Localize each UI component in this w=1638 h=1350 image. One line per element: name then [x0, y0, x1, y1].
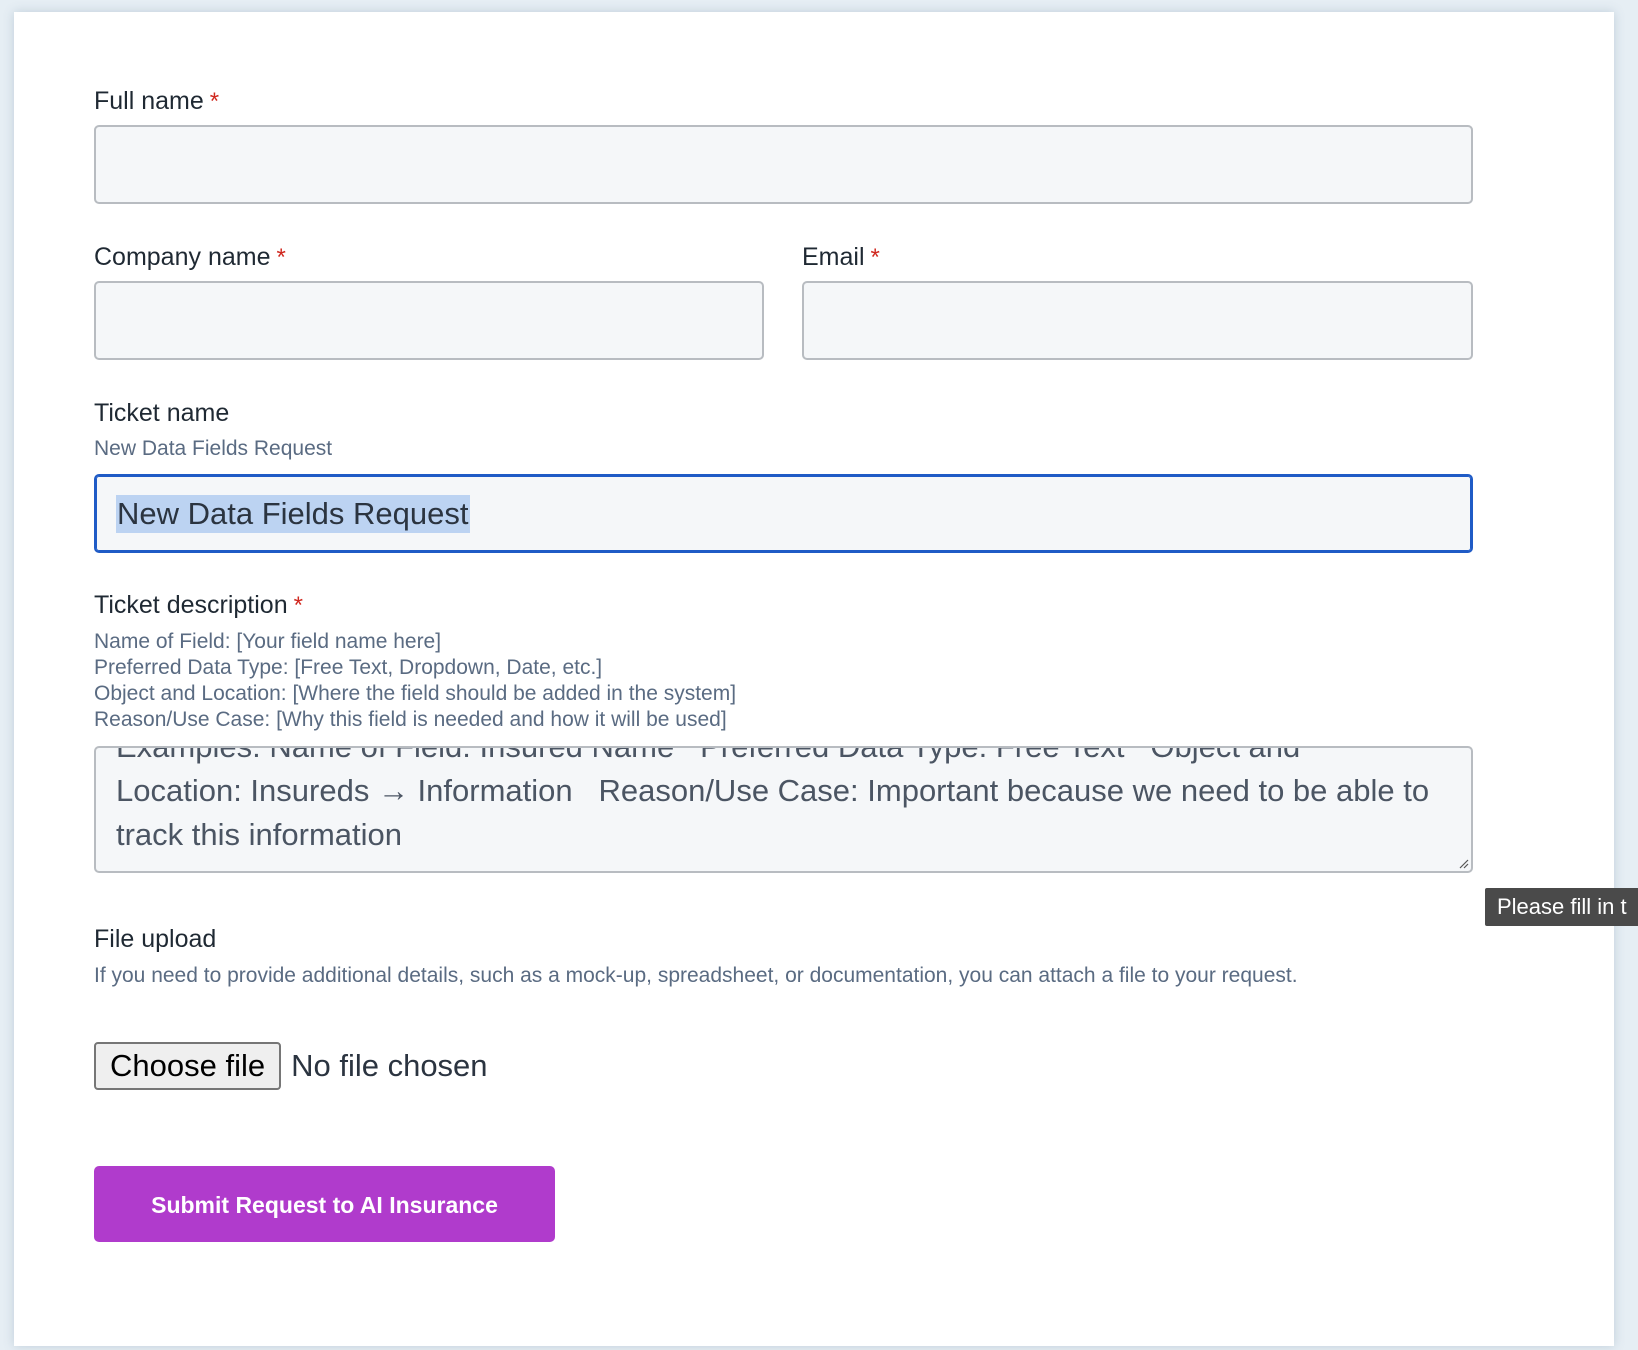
ticket-name-value: New Data Fields Request [116, 495, 470, 533]
full-name-group: Full name * [94, 86, 1534, 117]
ticket-name-label: Ticket name [94, 399, 230, 427]
ticket-description-help-line: Preferred Data Type: [Free Text, Dropdow… [94, 656, 603, 679]
ticket-name-group: Ticket name [94, 398, 229, 428]
ticket-name-input[interactable]: New Data Fields Request [94, 474, 1473, 553]
ticket-name-help: New Data Fields Request [94, 437, 333, 460]
company-name-input[interactable] [94, 281, 764, 360]
choose-file-button[interactable]: Choose file [94, 1042, 282, 1090]
required-mark: * [293, 592, 303, 619]
ticket-description-group: Ticket description * [94, 590, 303, 621]
support-request-form: Full name * Company name * Email * Ticket n… [94, 12, 1534, 1242]
required-mark: * [276, 244, 286, 271]
ticket-description-help-line: Reason/Use Case: [Why this field is need… [94, 708, 727, 731]
submit-request-button[interactable]: Submit Request to AI Insurance [94, 1166, 555, 1242]
email-label-text: Email [802, 243, 865, 271]
ticket-description-label: Ticket description * [94, 590, 303, 621]
file-upload-group: File upload [94, 924, 216, 954]
company-name-group: Company name * [94, 242, 286, 273]
ticket-description-textarea[interactable]: Examples: Name of Field: Insured Name Pr… [94, 746, 1473, 873]
validation-tooltip: Please fill in t [1485, 888, 1638, 926]
email-group: Email * [802, 242, 880, 273]
ticket-description-label-text: Ticket description [94, 591, 288, 619]
file-input: Choose file No file chosen [94, 1042, 488, 1090]
file-upload-help: If you need to provide additional detail… [94, 964, 1298, 987]
email-input[interactable] [802, 281, 1473, 360]
ticket-description-help-line: Name of Field: [Your field name here] [94, 630, 442, 653]
full-name-input[interactable] [94, 125, 1473, 204]
file-upload-label: File upload [94, 925, 217, 953]
file-status-text: No file chosen [291, 1048, 488, 1083]
resize-grip-icon[interactable] [1457, 857, 1469, 869]
full-name-label: Full name * [94, 86, 1534, 117]
form-card: Full name * Company name * Email * Ticket n… [14, 12, 1614, 1346]
company-name-label: Company name * [94, 242, 286, 273]
ticket-description-value: Examples: Name of Field: Insured Name Pr… [116, 746, 1438, 852]
full-name-label-text: Full name [94, 87, 204, 115]
required-mark: * [209, 88, 220, 115]
company-name-label-text: Company name [94, 243, 271, 271]
ticket-description-help-line: Object and Location: [Where the field sh… [94, 682, 737, 705]
required-mark: * [870, 244, 880, 271]
email-label: Email * [802, 242, 880, 273]
